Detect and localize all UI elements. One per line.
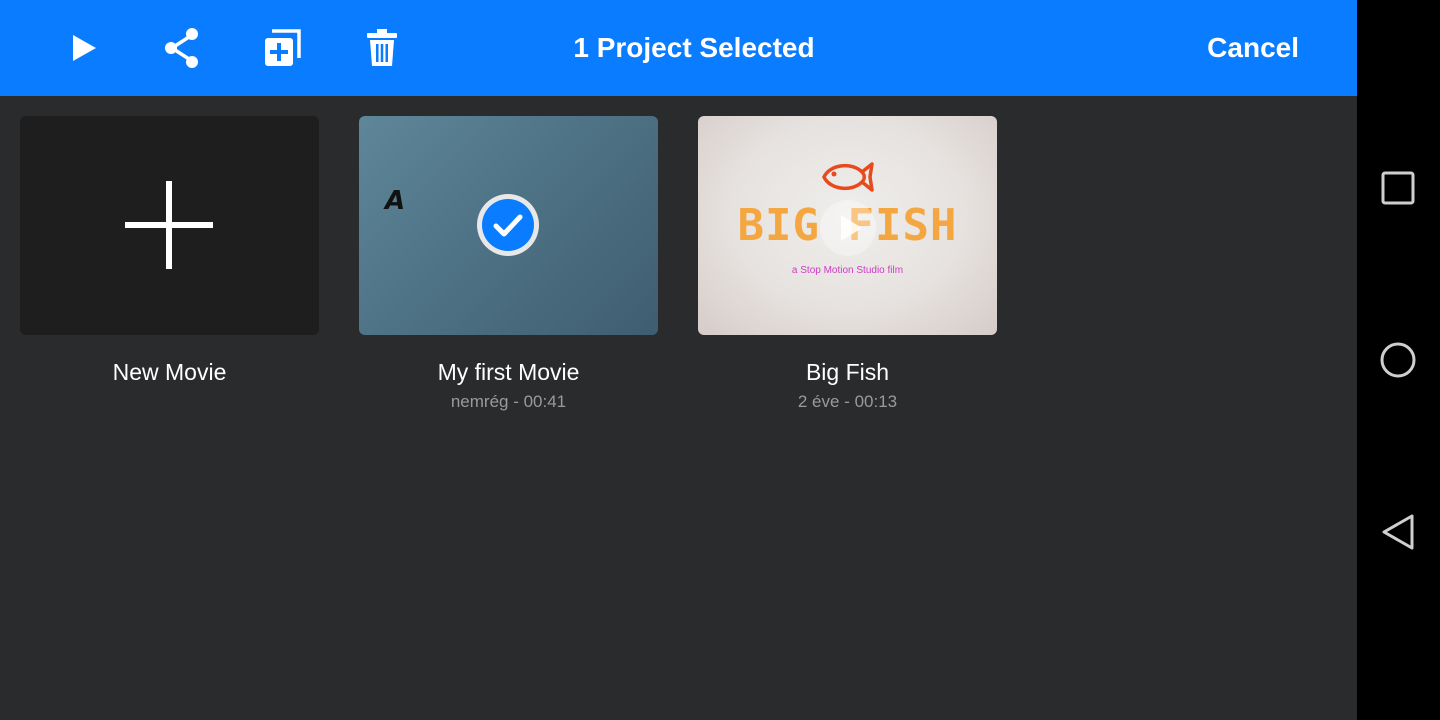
- system-navigation-bar: [1357, 0, 1440, 720]
- thumbnail-subtitle: a Stop Motion Studio film: [791, 265, 904, 276]
- thumbnail-letter: A: [385, 186, 406, 216]
- new-movie-thumbnail[interactable]: [20, 116, 319, 335]
- fish-logo-icon: [822, 162, 874, 192]
- project-card-new[interactable]: New Movie: [20, 116, 319, 386]
- project-card-big-fish[interactable]: BIG FISH a Stop Motion Studio film Big F…: [698, 116, 997, 412]
- play-icon: [73, 35, 96, 61]
- recents-square-icon: [1381, 171, 1415, 205]
- back-button[interactable]: [1374, 508, 1422, 556]
- back-triangle-icon: [1382, 514, 1414, 550]
- app-root: 1 Project Selected Cancel New Movie A My…: [0, 0, 1357, 720]
- project-meta: 2 éve - 00:13: [797, 392, 898, 411]
- duplicate-button[interactable]: [258, 24, 306, 72]
- selection-title: 1 Project Selected: [573, 32, 815, 63]
- play-button[interactable]: [60, 24, 108, 72]
- project-thumbnail[interactable]: BIG FISH a Stop Motion Studio film: [698, 116, 997, 335]
- selection-toolbar: 1 Project Selected Cancel: [0, 0, 1357, 96]
- trash-icon: [367, 29, 397, 66]
- share-icon: [165, 28, 198, 68]
- duplicate-icon: [265, 29, 301, 66]
- home-button[interactable]: [1374, 336, 1422, 384]
- recents-button[interactable]: [1374, 164, 1422, 212]
- delete-button[interactable]: [358, 24, 406, 72]
- share-button[interactable]: [158, 24, 206, 72]
- cancel-button[interactable]: Cancel: [1207, 0, 1299, 96]
- checkmark-selected-icon: [477, 194, 539, 256]
- plus-icon: [125, 181, 213, 269]
- project-title: My first Movie: [437, 359, 580, 385]
- project-title: New Movie: [112, 359, 227, 385]
- project-card-my-first-movie[interactable]: A My first Movie nemrég - 00:41: [359, 116, 658, 412]
- project-thumbnail[interactable]: A: [359, 116, 658, 335]
- project-title: Big Fish: [805, 359, 890, 385]
- home-circle-icon: [1380, 342, 1416, 378]
- play-overlay-icon: [820, 200, 876, 256]
- project-meta: nemrég - 00:41: [450, 392, 567, 411]
